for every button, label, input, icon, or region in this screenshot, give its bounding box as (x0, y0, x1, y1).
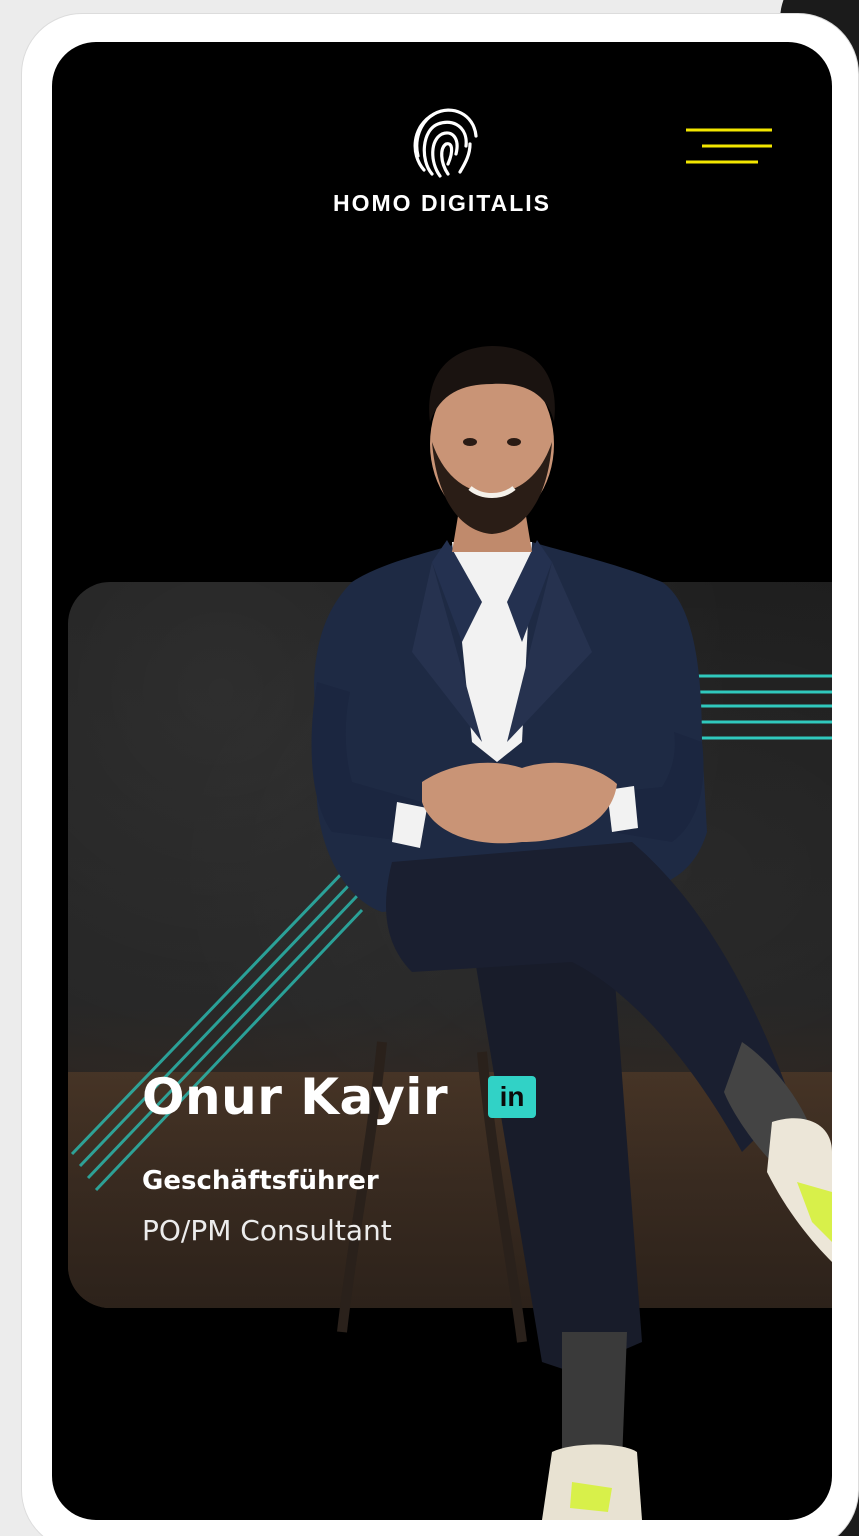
profile-name-row: Onur Kayir in (142, 1068, 537, 1126)
profile-subtitle: PO/PM Consultant (142, 1214, 392, 1247)
profile-title: Geschäftsführer (142, 1166, 379, 1196)
linkedin-icon[interactable]: in (488, 1076, 537, 1118)
profile-name: Onur Kayir (142, 1068, 449, 1126)
stage: HOMO DIGITALIS Onur Kayir in Geschäftsfü… (0, 0, 859, 1536)
linkedin-label: in (499, 1081, 525, 1112)
screen: HOMO DIGITALIS Onur Kayir in Geschäftsfü… (52, 42, 832, 1520)
person-photo (311, 346, 832, 1520)
